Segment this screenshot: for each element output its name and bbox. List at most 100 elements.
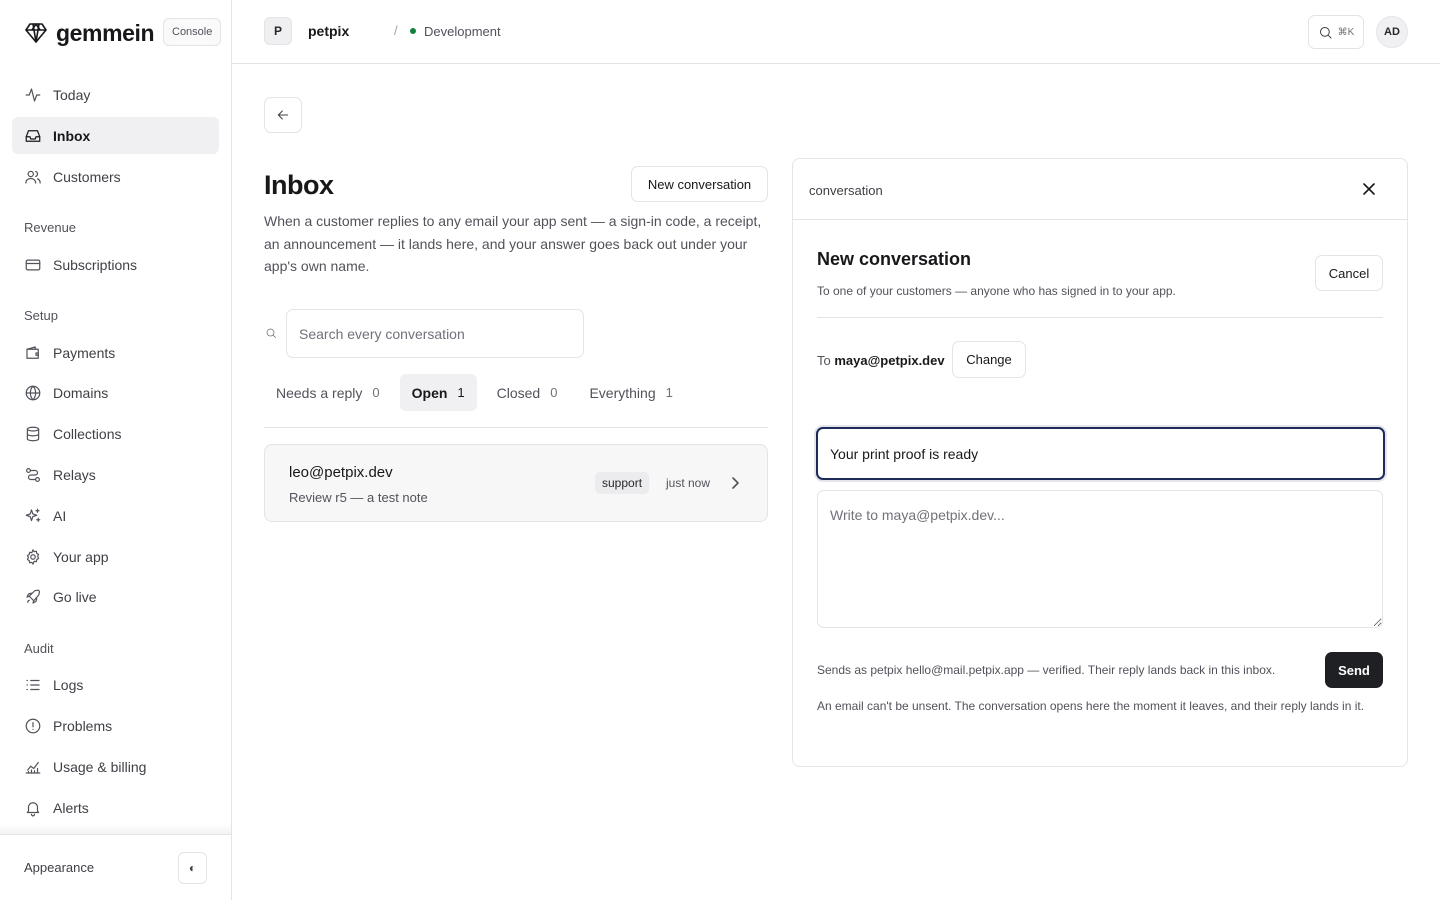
brand[interactable]: gemmein [24, 18, 155, 48]
cancel-button[interactable]: Cancel [1315, 255, 1383, 291]
sender-info: Sends as petpix hello@mail.petpix.app — … [817, 663, 1276, 677]
sidebar-item-label: Go live [53, 588, 97, 605]
inbox-tabs: Needs a reply 0 Open 1 Closed 0 Everythi… [264, 374, 693, 411]
environment-label[interactable]: Development [424, 24, 501, 39]
tab-needs-a-reply[interactable]: Needs a reply 0 [264, 374, 392, 411]
sidebar-footer: Appearance ◐ [0, 834, 231, 900]
sidebar-item-label: Logs [53, 676, 84, 693]
tab-count: 0 [550, 385, 558, 400]
list-icon [26, 679, 40, 690]
console-badge: Console [163, 18, 222, 46]
tab-closed[interactable]: Closed 0 [485, 374, 570, 411]
sidebar-item-label: Your app [53, 548, 109, 565]
conversation-search-input[interactable] [286, 309, 584, 358]
sidebar-item-domains[interactable]: Domains [12, 374, 219, 411]
sidebar-item-today[interactable]: Today [12, 76, 219, 113]
unsend-warning: An email can't be unsent. The conversati… [817, 699, 1365, 713]
sidebar-item-label: Payments [53, 344, 116, 361]
alert-circle-icon [25, 718, 41, 733]
conversation-time: just now [666, 476, 711, 490]
tab-count: 1 [665, 385, 673, 400]
gear-icon [26, 548, 40, 565]
conversation-tag: support [595, 472, 650, 494]
inbox-icon [25, 129, 41, 142]
sidebar: gemmein Console Today Inbox Customers Re… [0, 0, 232, 900]
credit-card-icon [25, 259, 41, 270]
panel-label: conversation [809, 183, 883, 198]
sidebar-item-label: Alerts [53, 799, 89, 816]
recipient-prefix: To [817, 353, 831, 368]
section-audit: Audit [24, 641, 54, 656]
sidebar-item-your-app[interactable]: Your app [12, 538, 219, 575]
sidebar-item-label: Collections [53, 425, 122, 442]
new-conversation-button[interactable]: New conversation [631, 166, 768, 202]
sidebar-item-inbox[interactable]: Inbox [12, 117, 219, 154]
tab-label: Open [411, 384, 448, 401]
conversation-preview: Review r5 — a test note [289, 490, 428, 505]
send-button[interactable]: Send [1325, 652, 1383, 688]
tab-everything[interactable]: Everything 1 [577, 374, 684, 411]
sidebar-item-logs[interactable]: Logs [12, 666, 219, 703]
chevron-right-icon [732, 477, 739, 489]
keyboard-shortcut: ⌘K [1337, 26, 1355, 38]
user-avatar[interactable]: AD [1376, 16, 1408, 48]
users-icon [25, 170, 41, 184]
sidebar-item-collections[interactable]: Collections [12, 415, 219, 452]
breadcrumb-separator: / [394, 23, 398, 38]
tab-open[interactable]: Open 1 [399, 374, 477, 411]
search-icon [1319, 26, 1332, 39]
tab-label: Closed [496, 384, 541, 401]
section-revenue: Revenue [24, 220, 77, 235]
sidebar-item-label: Today [53, 86, 91, 103]
activity-icon [25, 87, 41, 102]
page-title: Inbox [264, 170, 334, 200]
sidebar-item-ai[interactable]: AI [12, 497, 219, 534]
sidebar-item-go-live[interactable]: Go live [12, 578, 219, 615]
sparkles-icon [25, 508, 41, 522]
close-icon[interactable] [1361, 181, 1377, 197]
section-setup: Setup [24, 308, 58, 323]
sidebar-item-label: Inbox [53, 127, 91, 144]
sidebar-item-customers[interactable]: Customers [12, 158, 219, 195]
back-button[interactable] [264, 97, 302, 133]
sidebar-item-label: Domains [53, 384, 109, 401]
sidebar-item-label: Subscriptions [53, 256, 138, 273]
command-search-button[interactable]: ⌘K [1308, 15, 1364, 49]
project-name[interactable]: petpix [308, 23, 349, 39]
sidebar-item-alerts[interactable]: Alerts [12, 789, 219, 826]
appearance-label: Appearance [24, 860, 95, 875]
subject-input[interactable] [816, 427, 1385, 480]
message-body-textarea[interactable] [817, 490, 1383, 628]
brand-name: gemmein [56, 19, 155, 46]
sidebar-item-payments[interactable]: Payments [12, 334, 219, 371]
sidebar-item-usage-billing[interactable]: Usage & billing [12, 748, 219, 785]
wallet-icon [26, 345, 39, 359]
project-avatar[interactable]: P [264, 17, 292, 45]
globe-icon [25, 385, 41, 400]
recipient-line: To maya@petpix.dev [817, 353, 945, 368]
new-conversation-panel: conversation New conversation To one of … [792, 158, 1408, 767]
panel-title: New conversation [817, 249, 972, 269]
change-recipient-button[interactable]: Change [952, 341, 1026, 378]
tab-label: Everything [589, 384, 656, 401]
diamond-logo-icon [25, 23, 47, 43]
sidebar-item-label: Usage & billing [53, 758, 147, 775]
panel-header: conversation [793, 159, 1407, 220]
sidebar-item-problems[interactable]: Problems [12, 707, 219, 744]
sidebar-item-label: AI [53, 507, 67, 524]
tab-label: Needs a reply [276, 384, 363, 401]
conversation-list-item[interactable]: leo@petpix.dev Review r5 — a test note s… [264, 444, 768, 522]
chart-icon [25, 761, 41, 774]
sidebar-item-subscriptions[interactable]: Subscriptions [12, 246, 219, 283]
panel-divider [817, 317, 1383, 318]
theme-toggle-button[interactable]: ◐ [178, 852, 207, 884]
search-icon [266, 328, 276, 338]
bell-icon [26, 801, 40, 816]
tab-count: 0 [372, 385, 380, 400]
rocket-icon [26, 589, 40, 604]
environment-status-dot [410, 28, 416, 34]
panel-subtitle: To one of your customers — anyone who ha… [817, 284, 1176, 298]
conversation-sender: leo@petpix.dev [289, 464, 393, 481]
sidebar-item-relays[interactable]: Relays [12, 456, 219, 493]
sidebar-item-label: Customers [53, 168, 121, 185]
